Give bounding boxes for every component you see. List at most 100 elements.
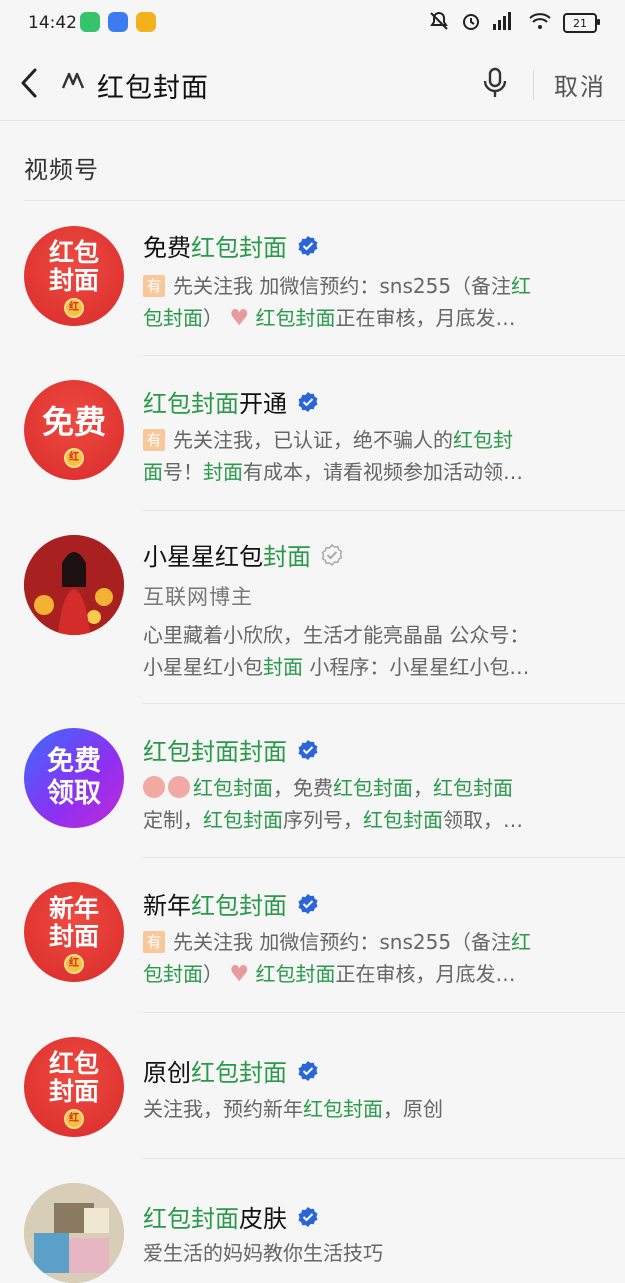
avatar: 红包 封面 红: [24, 226, 124, 326]
result-item[interactable]: 小星星红包 封面 互联网博主 心里藏着小欣欣，生活才能亮晶晶 公众号： 小星星红小…: [0, 511, 625, 704]
desc-text: ）: [203, 962, 223, 986]
coin-icon: 红: [64, 448, 84, 468]
desc-text: 先关注我 加微信预约：sns255（备注: [173, 930, 512, 954]
avatar-text: 封面: [48, 922, 99, 951]
avatar-text: 红包: [48, 1049, 99, 1078]
desc-highlight: 红包封面: [363, 808, 443, 832]
desc-highlight: 红: [511, 274, 532, 298]
result-item[interactable]: 红包 封面 红 原创 红包封面 关注我，预约新年红包封面，原创: [0, 1013, 625, 1159]
desc-line: 红包封面，免费红包封面，红包封面: [143, 772, 598, 804]
tag-badge: 有: [143, 429, 165, 451]
account-description: 有先关注我，已认证，绝不骗人的红包封 面号！封面有成本，请看视频参加活动领…: [143, 424, 598, 488]
desc-text: 领取，…: [443, 808, 523, 832]
battery-level: 21: [573, 16, 587, 30]
account-name: 小星星红包 封面: [143, 537, 343, 572]
pink-circle-icon: [168, 776, 190, 798]
avatar-text: 免费: [47, 746, 101, 777]
wifi-icon: [529, 12, 551, 34]
avatar-text: 新年: [48, 894, 99, 923]
name-part: 小星星红包: [143, 543, 263, 571]
account-type: 互联网博主: [143, 585, 253, 609]
account-description: 关注我，预约新年红包封面，原创: [143, 1093, 598, 1125]
name-part: 免费: [143, 234, 191, 262]
desc-text: 先关注我 加微信预约：sns255（备注: [173, 274, 512, 298]
desc-text: 正在审核，月底发…: [335, 962, 516, 986]
verified-badge-icon: [298, 391, 318, 412]
channels-icon: [60, 68, 86, 100]
desc-highlight: 红: [511, 930, 532, 954]
avatar: 免费 领取: [24, 728, 124, 828]
result-item[interactable]: 免费 领取 红包封面封面 红包封面，免费红包封面，红包封面 定制，红包封面序列号…: [0, 704, 625, 858]
desc-line: 关注我，预约新年红包封面，原创: [143, 1093, 598, 1125]
desc-line: 面号！封面有成本，请看视频参加活动领…: [143, 456, 598, 488]
status-icons: 21: [429, 11, 600, 35]
desc-line: 有先关注我，已认证，绝不骗人的红包封: [143, 424, 598, 456]
avatar-photo: [24, 1183, 124, 1283]
desc-text: 关注我，预约新年: [143, 1097, 303, 1121]
search-query[interactable]: 红包封面: [97, 66, 209, 105]
name-highlight: 红包封面: [143, 1205, 239, 1233]
account-description: 有先关注我 加微信预约：sns255（备注红 包封面） ♥ 红包封面正在审核，月…: [143, 926, 598, 991]
desc-text: 心里藏着小欣欣，生活才能亮晶晶 公众号：: [143, 623, 530, 647]
avatar-text: 封面: [48, 1077, 99, 1106]
app-notification-icon: [108, 12, 128, 32]
desc-text: ，: [413, 776, 433, 800]
account-description: 有先关注我 加微信预约：sns255（备注红 包封面） ♥ 红包封面正在审核，月…: [143, 270, 598, 335]
desc-line: 有先关注我 加微信预约：sns255（备注红: [143, 926, 598, 958]
account-name: 红包封面 皮肤: [143, 1199, 319, 1234]
desc-text: 小程序：小星星红小包…: [303, 655, 530, 679]
result-item[interactable]: 红包封面 皮肤 爱生活的妈妈教你生活技巧: [0, 1159, 625, 1283]
account-description: 心里藏着小欣欣，生活才能亮晶晶 公众号： 小星星红小包封面 小程序：小星星红小包…: [143, 619, 598, 683]
desc-text: 爱生活的妈妈教你生活技巧: [143, 1241, 383, 1265]
result-item[interactable]: 免费 红 红包封面 开通 有先关注我，已认证，绝不骗人的红包封 面号！封面有成本，…: [0, 356, 625, 511]
name-highlight: 红包封面: [143, 390, 239, 418]
desc-line: 小星星红小包封面 小程序：小星星红小包…: [143, 651, 598, 683]
avatar-text: 领取: [47, 778, 101, 809]
desc-highlight: 红包封: [453, 428, 513, 452]
desc-highlight: 红包封面: [303, 1097, 383, 1121]
desc-highlight: 红包封面: [193, 776, 273, 800]
heart-icon: ♥: [229, 306, 250, 331]
desc-highlight: 红包封面: [333, 776, 413, 800]
back-arrow-icon[interactable]: [18, 66, 40, 100]
desc-highlight: 包封面: [143, 962, 203, 986]
signal-icon: [493, 12, 517, 34]
verified-badge-icon: [298, 1060, 318, 1081]
s-app-icon: [136, 12, 156, 32]
coin-icon: 红: [64, 1109, 84, 1129]
account-name: 红包封面 开通: [143, 384, 319, 419]
desc-line: 爱生活的妈妈教你生活技巧: [143, 1237, 598, 1269]
verified-badge-icon: [298, 739, 318, 760]
desc-text: 有成本，请看视频参加活动领…: [243, 460, 523, 484]
tag-badge: 有: [143, 931, 165, 953]
desc-highlight: 包封面: [143, 306, 203, 330]
name-highlight: 红包封面封面: [143, 738, 287, 766]
avatar-text: 封面: [48, 266, 99, 295]
verified-badge-icon: [298, 893, 318, 914]
verified-badge-icon: [298, 1206, 318, 1227]
desc-highlight: 面: [143, 460, 163, 484]
microphone-icon[interactable]: [482, 66, 508, 100]
result-item[interactable]: 新年 封面 红 新年 红包封面 有先关注我 加微信预约：sns255（备注红 包封…: [0, 858, 625, 1013]
account-name: 原创 红包封面: [143, 1053, 319, 1088]
desc-text: 号！: [163, 460, 203, 484]
cancel-button[interactable]: 取消: [554, 67, 606, 102]
desc-highlight: 红包封面: [255, 306, 336, 330]
desc-highlight: 封面: [263, 655, 303, 679]
avatar: 红包 封面 红: [24, 1037, 124, 1137]
desc-highlight: 红包封面: [255, 962, 336, 986]
result-item[interactable]: 红包 封面 红 免费 红包封面 有先关注我 加微信预约：sns255（备注红 包封…: [0, 200, 625, 356]
mute-bell-icon: [429, 11, 449, 35]
avatar-text: 红包: [48, 238, 99, 267]
avatar: 免费 红: [24, 380, 124, 480]
account-name: 新年 红包封面: [143, 886, 319, 921]
status-time: 14:42: [28, 13, 77, 33]
name-part: 新年: [143, 892, 191, 920]
avatar-photo: [24, 535, 124, 635]
desc-highlight: 红包封面: [203, 808, 283, 832]
desc-text: 小星星红小包: [143, 655, 263, 679]
account-name: 红包封面封面: [143, 732, 319, 767]
account-name: 免费 红包封面: [143, 228, 319, 263]
avatar-text: 免费: [41, 403, 106, 441]
name-part: 开通: [239, 390, 287, 418]
